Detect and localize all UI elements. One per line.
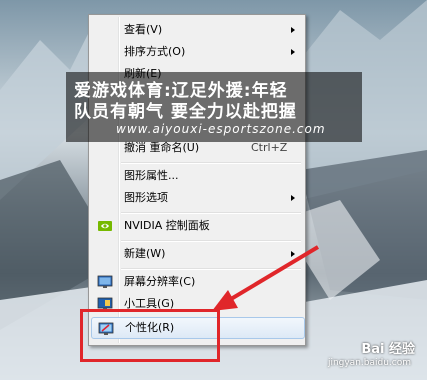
- baidu-jingyan-site: jingyan.baidu.com: [327, 358, 411, 368]
- annotation-arrow-icon: [212, 245, 320, 311]
- baidu-jingyan-logo: Bai 经验: [361, 342, 415, 357]
